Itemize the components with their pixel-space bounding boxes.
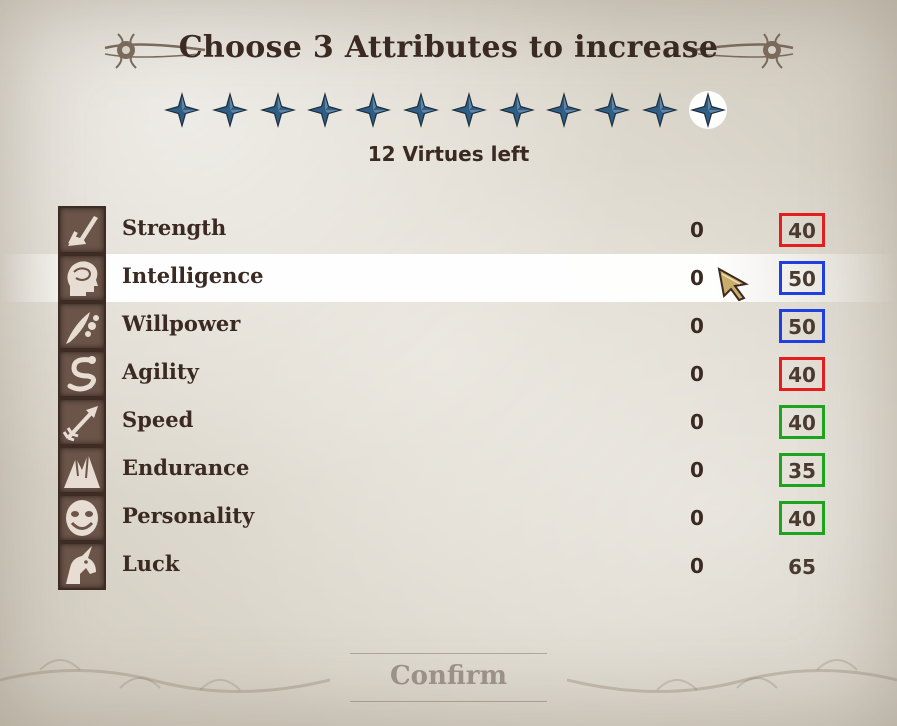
attribute-increase: 0	[690, 458, 704, 482]
attribute-increase: 0	[690, 410, 704, 434]
virtue-star-icon	[450, 92, 487, 128]
attribute-name: Intelligence	[122, 263, 264, 288]
virtue-star-icon	[259, 92, 296, 128]
attribute-row-speed[interactable]: Speed 0 40	[0, 398, 897, 446]
attribute-name: Willpower	[122, 311, 241, 336]
attribute-increase: 0	[690, 314, 704, 338]
attribute-row-luck[interactable]: Luck 0 65	[0, 542, 897, 590]
confirm-divider-bottom	[350, 701, 547, 702]
attribute-row-willpower[interactable]: Willpower 0 50	[0, 302, 897, 350]
attribute-value: 50	[779, 261, 825, 295]
confirm-divider-top	[350, 653, 547, 654]
attribute-increase: 0	[690, 266, 704, 290]
attribute-row-intelligence[interactable]: Intelligence 0 50	[0, 254, 897, 302]
attribute-increase: 0	[690, 506, 704, 530]
virtue-star-icon	[403, 92, 439, 128]
attribute-value: 65	[788, 555, 816, 579]
virtue-star-icon	[642, 92, 678, 128]
attribute-row-endurance[interactable]: Endurance 0 35	[0, 446, 897, 494]
virtue-star-icon	[211, 92, 248, 128]
confirm-button[interactable]: Confirm	[0, 661, 897, 691]
attribute-name: Strength	[122, 215, 227, 240]
attribute-value: 40	[779, 405, 825, 439]
attribute-value: 35	[779, 453, 825, 487]
attribute-value: 40	[779, 501, 825, 535]
brain-head-icon	[58, 254, 106, 302]
attribute-row-personality[interactable]: Personality 0 40	[0, 494, 897, 542]
mountain-icon	[58, 446, 106, 494]
attribute-name: Speed	[122, 407, 194, 432]
page-title: Choose 3 Attributes to increase	[178, 30, 719, 65]
virtue-star-icon	[688, 91, 727, 129]
attribute-row-agility[interactable]: Agility 0 40	[0, 350, 897, 398]
mask-icon	[58, 494, 106, 542]
virtue-star-icon	[594, 92, 631, 128]
attribute-name: Endurance	[122, 455, 250, 480]
attribute-name: Agility	[122, 359, 199, 384]
attribute-value: 40	[779, 357, 825, 391]
quill-orb-icon	[58, 302, 106, 350]
attribute-increase: 0	[690, 218, 704, 242]
attribute-increase: 0	[690, 362, 704, 386]
arrow-icon	[58, 398, 106, 446]
virtue-star-icon	[355, 92, 392, 128]
mouse-cursor-icon	[717, 267, 749, 302]
virtues-left-label: 12 Virtues left	[367, 142, 530, 166]
virtue-stars	[160, 90, 735, 132]
attribute-value: 40	[779, 213, 825, 247]
attribute-row-strength[interactable]: Strength 0 40	[0, 206, 897, 254]
virtue-star-icon	[307, 92, 344, 128]
attribute-name: Personality	[122, 503, 255, 528]
virtue-star-icon	[498, 92, 535, 128]
sword-arm-icon	[58, 206, 106, 254]
attribute-increase: 0	[690, 554, 704, 578]
attribute-name: Luck	[122, 551, 180, 576]
unicorn-icon	[58, 542, 106, 590]
virtue-star-icon	[164, 92, 200, 128]
serpent-icon	[58, 350, 106, 398]
attribute-value: 50	[779, 309, 825, 343]
virtue-star-icon	[546, 92, 583, 128]
